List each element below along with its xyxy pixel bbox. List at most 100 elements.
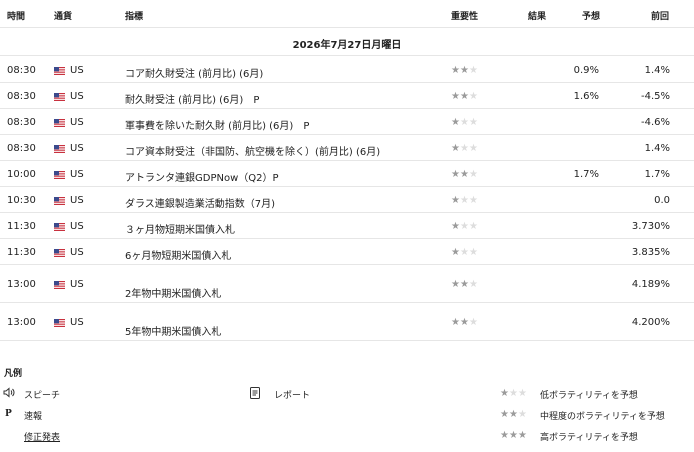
star-icon: ★	[459, 279, 469, 290]
star-icon: ★	[451, 317, 460, 328]
event-previous: 4.189%	[631, 279, 670, 290]
star-icon: ★	[500, 409, 509, 420]
event-time: 08:30	[7, 65, 36, 76]
event-indicator[interactable]: アトランタ連銀GDPNow（Q2）P	[125, 169, 279, 184]
importance-stars: ★★★	[451, 169, 478, 180]
event-indicator[interactable]: コア耐久財受注 (前月比) (6月)	[125, 65, 263, 80]
table-row[interactable]: 08:30 US コア資本財受注（非国防、航空機を除く）(前月比) (6月) ★★★ 1…	[0, 135, 694, 161]
legend-report-label: レポート	[274, 391, 311, 401]
legend-low-label: 低ボラティリティを予想	[540, 391, 638, 401]
star-icon: ★	[459, 317, 469, 328]
event-time: 10:30	[7, 195, 36, 206]
legend-revised-link[interactable]: 修正発表	[24, 430, 60, 443]
star-icon: ★	[468, 143, 478, 154]
event-forecast: 1.6%	[573, 91, 599, 102]
us-flag-icon	[54, 319, 65, 327]
event-time: 11:30	[7, 221, 36, 232]
star-icon: ★	[459, 143, 469, 154]
star-icon: ★	[517, 409, 527, 420]
event-time: 08:30	[7, 143, 36, 154]
table-row[interactable]: 10:00 US アトランタ連銀GDPNow（Q2）P ★★★ 1.7% 1.7%	[0, 161, 694, 187]
importance-stars: ★★★	[451, 65, 478, 76]
event-indicator[interactable]: 軍事費を除いた耐久財 (前月比) (6月) P	[125, 117, 309, 132]
star-icon: ★	[451, 91, 460, 102]
event-country: US	[70, 117, 84, 128]
table-row[interactable]: 08:30 US 耐久財受注 (前月比) (6月) P ★★★ 1.6% -4.5%	[0, 83, 694, 109]
star-icon: ★	[468, 279, 478, 290]
event-country: US	[70, 221, 84, 232]
star-icon: ★	[508, 388, 518, 399]
event-country: US	[70, 169, 84, 180]
table-row[interactable]: 08:30 US コア耐久財受注 (前月比) (6月) ★★★ 0.9% 1.4%	[0, 57, 694, 83]
importance-stars: ★★★	[451, 143, 478, 154]
importance-stars: ★★★	[451, 317, 478, 328]
event-time: 10:00	[7, 169, 36, 180]
event-time: 08:30	[7, 117, 36, 128]
col-currency: 通貨	[54, 12, 73, 22]
table-row[interactable]: 11:30 US ３ヶ月物短期米国債入札 ★★★ 3.730%	[0, 213, 694, 239]
table-row[interactable]: 08:30 US 軍事費を除いた耐久財 (前月比) (6月) P ★★★ -4.6%	[0, 109, 694, 135]
event-indicator[interactable]: 5年物中期米国債入札	[125, 323, 221, 338]
preliminary-symbol: P	[5, 409, 12, 419]
event-indicator[interactable]: ３ヶ月物短期米国債入札	[125, 221, 235, 236]
event-previous: 3.730%	[631, 221, 670, 232]
star-icon: ★	[459, 91, 469, 102]
table-row[interactable]: 13:00 US 2年物中期米国債入札 ★★★ 4.189%	[0, 265, 694, 303]
star-icon: ★	[451, 279, 460, 290]
us-flag-icon	[54, 93, 65, 101]
col-previous: 前回	[651, 12, 670, 22]
us-flag-icon	[54, 67, 65, 75]
event-indicator[interactable]: ダラス連銀製造業活動指数（7月)	[125, 195, 275, 210]
star-icon: ★	[468, 117, 478, 128]
us-flag-icon	[54, 197, 65, 205]
table-row[interactable]: 11:30 US 6ヶ月物短期米国債入札 ★★★ 3.835%	[0, 239, 694, 265]
star-icon: ★	[517, 430, 527, 441]
event-previous: 1.4%	[644, 143, 670, 154]
document-icon	[250, 387, 260, 402]
event-time: 13:00	[7, 279, 36, 290]
us-flag-icon	[54, 119, 65, 127]
event-previous: -4.6%	[640, 117, 670, 128]
event-forecast: 1.7%	[573, 169, 599, 180]
star-icon: ★	[468, 91, 478, 102]
event-country: US	[70, 247, 84, 258]
event-previous: 3.835%	[631, 247, 670, 258]
event-indicator[interactable]: 6ヶ月物短期米国債入札	[125, 247, 231, 262]
legend-medium-label: 中程度のボラティリティを予想	[540, 412, 665, 422]
event-country: US	[70, 279, 84, 290]
date-group-row: 2026年7月27日月曜日	[0, 28, 694, 56]
star-icon: ★	[468, 195, 478, 206]
event-time: 08:30	[7, 91, 36, 102]
importance-stars: ★★★	[451, 195, 478, 206]
star-icon: ★	[459, 195, 469, 206]
event-previous: -4.5%	[640, 91, 670, 102]
star-icon: ★	[459, 247, 469, 258]
table-row[interactable]: 10:30 US ダラス連銀製造業活動指数（7月) ★★★ 0.0	[0, 187, 694, 213]
table-row[interactable]: 13:00 US 5年物中期米国債入札 ★★★ 4.200%	[0, 303, 694, 341]
importance-stars: ★★★	[451, 91, 478, 102]
star-icon: ★	[451, 143, 460, 154]
star-icon: ★	[451, 195, 460, 206]
star-icon: ★	[451, 169, 460, 180]
event-country: US	[70, 91, 84, 102]
star-icon: ★	[468, 247, 478, 258]
event-country: US	[70, 143, 84, 154]
star-icon: ★	[500, 430, 509, 441]
star-icon: ★	[500, 388, 509, 399]
us-flag-icon	[54, 171, 65, 179]
event-indicator[interactable]: 耐久財受注 (前月比) (6月) P	[125, 91, 259, 106]
star-icon: ★	[508, 409, 518, 420]
speaker-icon	[3, 387, 15, 401]
legend-preliminary-label: 速報	[24, 412, 43, 422]
event-previous: 1.4%	[644, 65, 670, 76]
star-icon: ★	[451, 221, 460, 232]
event-forecast: 0.9%	[573, 65, 599, 76]
event-time: 11:30	[7, 247, 36, 258]
legend-medium-stars: ★★★	[500, 409, 527, 420]
event-indicator[interactable]: 2年物中期米国債入札	[125, 285, 221, 300]
legend-high-stars: ★★★	[500, 430, 527, 441]
col-actual: 結果	[528, 12, 547, 22]
star-icon: ★	[451, 117, 460, 128]
event-indicator[interactable]: コア資本財受注（非国防、航空機を除く）(前月比) (6月)	[125, 143, 380, 158]
col-importance: 重要性	[451, 12, 479, 22]
